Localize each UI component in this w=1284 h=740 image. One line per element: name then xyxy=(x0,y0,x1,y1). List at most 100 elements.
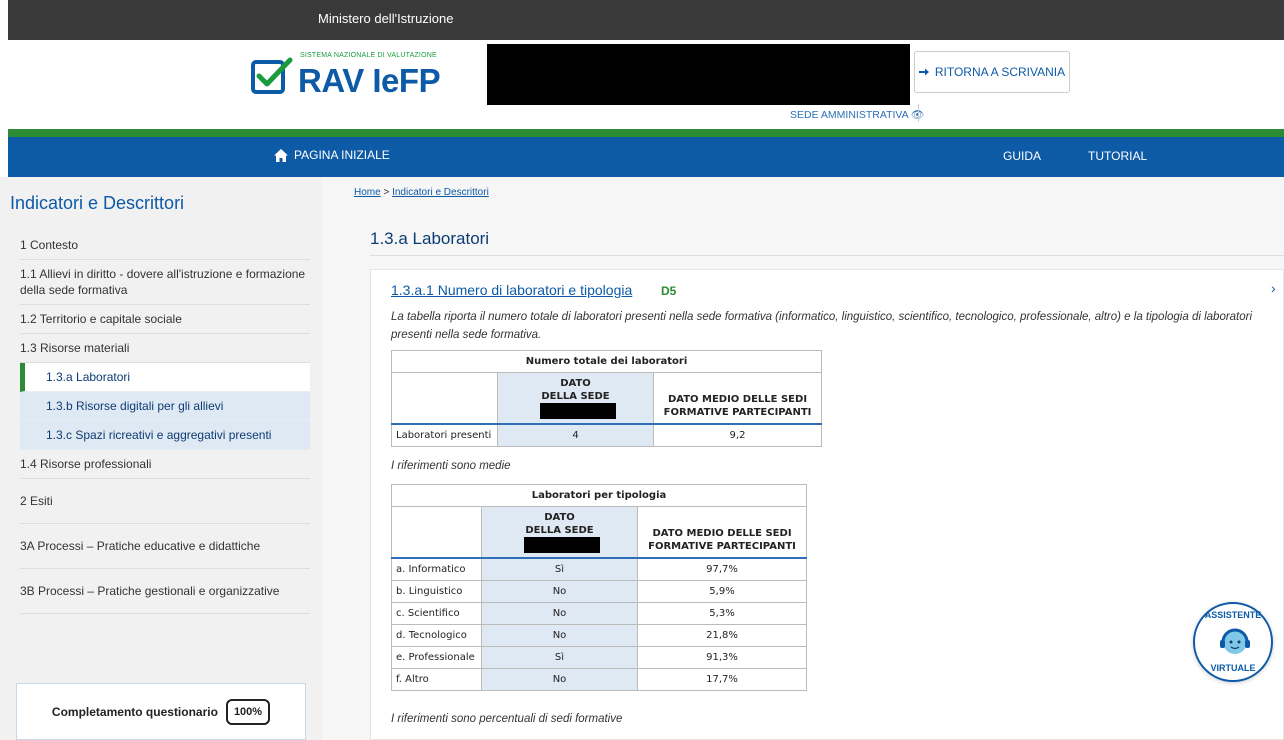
assistant-top-label: ASSISTENTE xyxy=(1204,610,1262,620)
sidebar-item-esiti[interactable]: 2 Esiti xyxy=(20,479,310,524)
table-numero-laboratori: Numero totale dei laboratori DATO DELLA … xyxy=(391,350,822,447)
main-navbar: PAGINA INIZIALE GUIDA TUTORIAL xyxy=(8,137,1284,177)
sidebar-item-risorse-materiali[interactable]: 1.3 Risorse materiali xyxy=(20,334,310,363)
row-label: Laboratori presenti xyxy=(391,423,498,447)
redacted-school-name xyxy=(487,44,910,105)
table-row: a. Informatico Sì 97,7% xyxy=(391,557,807,581)
header-sede-line2: DELLA SEDE xyxy=(541,391,610,402)
sidebar-item-laboratori[interactable]: 1.3.a Laboratori xyxy=(20,363,310,392)
ritorna-scrivania-button[interactable]: RITORNA A SCRIVANIA xyxy=(914,51,1070,93)
note-percentuali: I riferimenti sono percentuali di sedi f… xyxy=(391,713,623,725)
scrivania-label: RITORNA A SCRIVANIA xyxy=(934,65,1066,79)
row-label: d. Tecnologico xyxy=(391,623,482,647)
logo-subtitle: SISTEMA NAZIONALE DI VALUTAZIONE xyxy=(300,52,437,59)
row-medio-value: 5,3% xyxy=(637,601,807,625)
row-medio-value: 5,9% xyxy=(637,579,807,603)
table-row: b. Linguistico No 5,9% xyxy=(391,579,807,603)
row-sede-value: No xyxy=(481,601,638,625)
sidebar-item-allievi[interactable]: 1.1 Allievi in diritto - dovere all'istr… xyxy=(20,260,310,305)
logo-title: RAV IeFP xyxy=(298,62,441,99)
row-medio-value: 21,8% xyxy=(637,623,807,647)
header-medio-line2: FORMATIVE PARTECIPANTI xyxy=(663,407,812,418)
breadcrumb: Home > Indicatori e Descrittori xyxy=(354,187,489,198)
nav-guida[interactable]: GUIDA xyxy=(1003,149,1041,163)
header-sede-line2: DELLA SEDE xyxy=(525,525,594,536)
note-medie: I riferimenti sono medie xyxy=(391,460,511,472)
green-stripe xyxy=(8,129,1284,137)
table-row: f. Altro No 17,7% xyxy=(391,667,807,691)
sede-link-label: SEDE AMMINISTRATIVA xyxy=(790,109,909,121)
table-laboratori-tipologia: Laboratori per tipologia DATO DELLA SEDE… xyxy=(391,484,807,691)
row-medio-value: 91,3% xyxy=(637,645,807,669)
row-sede-value: 4 xyxy=(497,423,654,447)
row-label: e. Professionale xyxy=(391,645,482,669)
page-title: 1.3.a Laboratori xyxy=(370,229,490,248)
breadcrumb-home[interactable]: Home xyxy=(354,187,381,198)
row-sede-value: No xyxy=(481,667,638,691)
sidebar-title: Indicatori e Descrittori xyxy=(10,193,185,213)
indicator-card: 1.3.a.1 Numero di laboratori e tipologia… xyxy=(370,269,1284,740)
home-icon xyxy=(274,148,288,162)
descriptor-badge: D5 xyxy=(661,284,677,298)
completamento-badge: 100% xyxy=(225,698,271,725)
sidebar-item-processi-educative[interactable]: 3A Processi – Pratiche educative e didat… xyxy=(20,524,310,569)
row-label: c. Scientifico xyxy=(391,601,482,625)
checkbox-logo-icon xyxy=(251,57,293,94)
ministry-name: Ministero dell'Istruzione xyxy=(318,11,454,26)
nav-pagina-iniziale[interactable]: PAGINA INIZIALE xyxy=(274,148,390,162)
assistant-bottom-label: VIRTUALE xyxy=(1210,663,1256,673)
table-header-empty xyxy=(391,372,498,425)
header-sede-line1: DATO xyxy=(544,512,575,523)
row-sede-value: No xyxy=(481,623,638,647)
main-content: Home > Indicatori e Descrittori 1.3.a La… xyxy=(322,177,1284,740)
table-caption: Numero totale dei laboratori xyxy=(391,350,822,373)
table-header-medio: DATO MEDIO DELLE SEDI FORMATIVE PARTECIP… xyxy=(653,372,822,425)
row-sede-value: Sì xyxy=(481,645,638,669)
rav-iefp-logo[interactable]: SISTEMA NAZIONALE DI VALUTAZIONE RAV IeF… xyxy=(250,52,441,102)
card-title[interactable]: 1.3.a.1 Numero di laboratori e tipologia xyxy=(391,282,632,298)
sidebar-item-spazi-ricreativi[interactable]: 1.3.c Spazi ricreativi e aggregativi pre… xyxy=(20,421,310,450)
title-divider xyxy=(370,255,1284,256)
table-header-medio: DATO MEDIO DELLE SEDI FORMATIVE PARTECIP… xyxy=(637,506,807,559)
table-row: d. Tecnologico No 21,8% xyxy=(391,623,807,647)
sidebar-menu: 1 Contesto 1.1 Allievi in diritto - dove… xyxy=(20,231,310,614)
completamento-label: Completamento questionario xyxy=(51,704,218,719)
sidebar-item-contesto[interactable]: 1 Contesto xyxy=(20,231,310,260)
row-medio-value: 97,7% xyxy=(637,557,807,581)
sidebar-item-processi-gestionali[interactable]: 3B Processi – Pratiche gestionali e orga… xyxy=(20,569,310,614)
header-medio-line1: DATO MEDIO DELLE SEDI xyxy=(667,394,808,405)
sign-in-icon xyxy=(918,68,929,76)
table-row: e. Professionale Sì 91,3% xyxy=(391,645,807,669)
row-medio-value: 9,2 xyxy=(653,423,822,447)
table-header-sede: DATO DELLA SEDE xyxy=(481,506,638,559)
table-header-empty xyxy=(391,506,482,559)
table-caption: Laboratori per tipologia xyxy=(391,484,807,507)
header-medio-line2: FORMATIVE PARTECIPANTI xyxy=(648,541,796,552)
sidebar: Indicatori e Descrittori 1 Contesto 1.1 … xyxy=(0,177,322,740)
nav-home-label: PAGINA INIZIALE xyxy=(294,148,390,162)
redacted-sede xyxy=(539,403,616,419)
sede-amministrativa-link[interactable]: SEDE AMMINISTRATIVA 👁 xyxy=(790,108,924,121)
card-description: La tabella riporta il numero totale di l… xyxy=(391,311,1253,341)
table-row: Laboratori presenti 4 9,2 xyxy=(391,423,822,447)
header-divider xyxy=(918,104,919,122)
completamento-questionario: Completamento questionario 100% xyxy=(16,683,306,740)
sidebar-item-risorse-digitali[interactable]: 1.3.b Risorse digitali per gli allievi xyxy=(20,392,310,421)
sidebar-item-territorio[interactable]: 1.2 Territorio e capitale sociale xyxy=(20,305,310,334)
header-medio-line1: DATO MEDIO DELLE SEDI xyxy=(652,528,792,539)
table-row: c. Scientifico No 5,3% xyxy=(391,601,807,625)
chevron-right-icon[interactable]: › xyxy=(1271,280,1276,296)
row-label: b. Linguistico xyxy=(391,579,482,603)
row-sede-value: No xyxy=(481,579,638,603)
nav-tutorial[interactable]: TUTORIAL xyxy=(1088,149,1147,163)
ministry-topbar: Ministero dell'Istruzione xyxy=(8,0,1284,40)
assistente-virtuale-button[interactable]: ASSISTENTE VIRTUALE xyxy=(1193,602,1273,682)
site-header: SISTEMA NAZIONALE DI VALUTAZIONE RAV IeF… xyxy=(8,40,1284,129)
breadcrumb-current[interactable]: Indicatori e Descrittori xyxy=(392,187,489,198)
header-sede-line1: DATO xyxy=(560,378,591,389)
row-medio-value: 17,7% xyxy=(637,667,807,691)
sidebar-item-risorse-professionali[interactable]: 1.4 Risorse professionali xyxy=(20,450,310,479)
breadcrumb-separator: > xyxy=(383,187,390,198)
row-label: f. Altro xyxy=(391,667,482,691)
row-sede-value: Sì xyxy=(481,557,638,581)
